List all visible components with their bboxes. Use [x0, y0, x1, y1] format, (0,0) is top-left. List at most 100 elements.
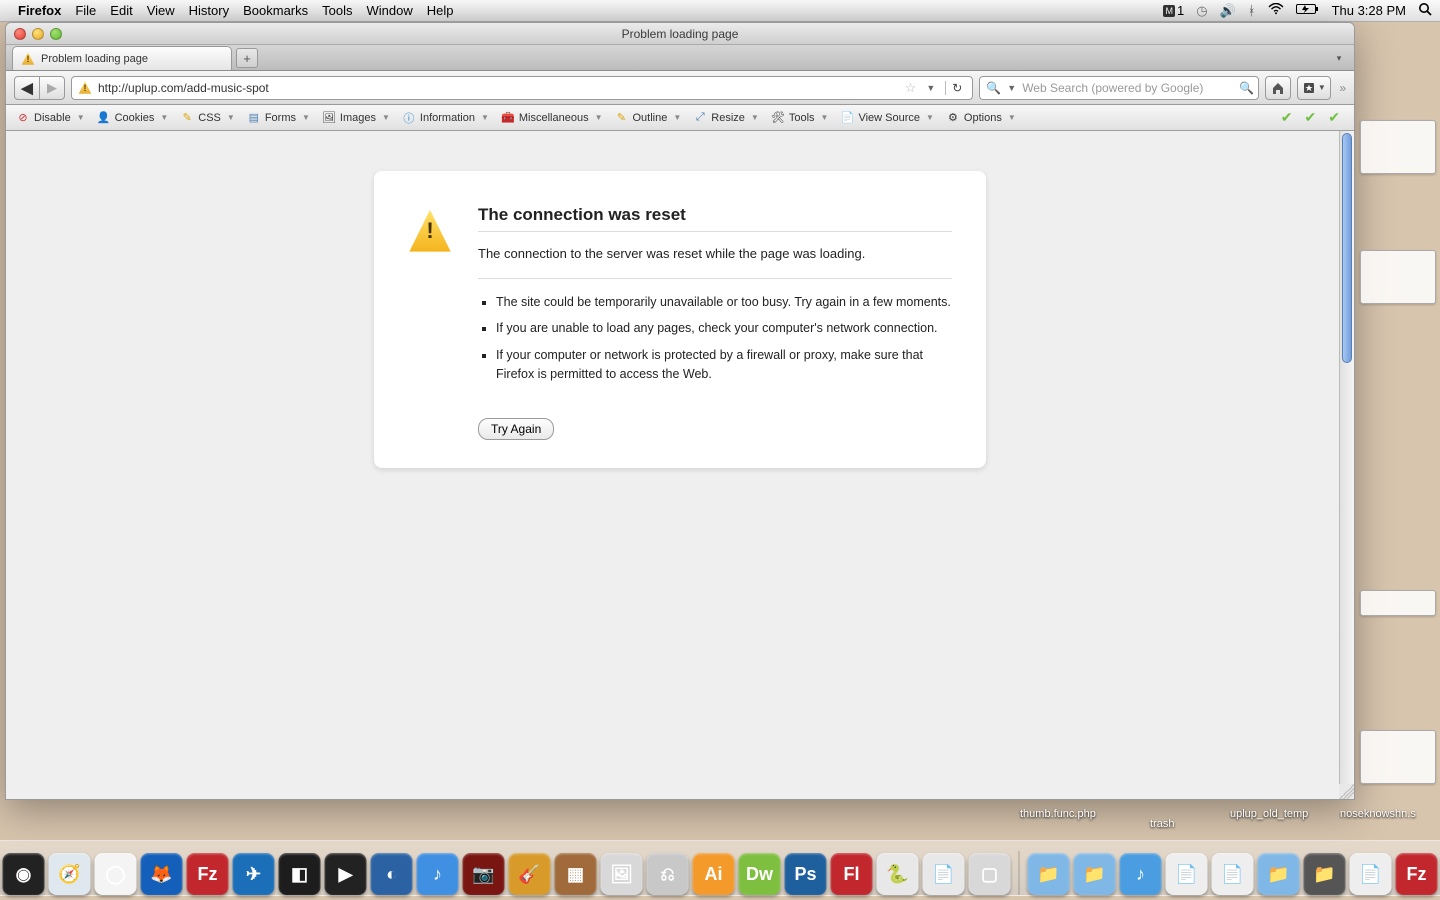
page-content: The connection was reset The connection … [6, 131, 1354, 799]
dock-stack-folder1[interactable]: 📁 [1028, 853, 1070, 895]
dev-information[interactable]: ⓘInformation▼ [398, 109, 495, 127]
bluetooth-icon[interactable]: ᚼ [1248, 3, 1256, 18]
dock-app-dashboard[interactable]: ◉ [3, 853, 45, 895]
menu-tools[interactable]: Tools [322, 3, 352, 18]
dock-app-dreamweaver[interactable]: Dw [739, 853, 781, 895]
dev-images[interactable]: 🖼Images▼ [318, 109, 396, 127]
try-again-button[interactable]: Try Again [478, 418, 554, 440]
chevron-down-icon: ▼ [300, 113, 312, 122]
wifi-icon[interactable] [1268, 3, 1284, 18]
dev-cookies[interactable]: 👤Cookies▼ [93, 109, 175, 127]
dock-app-garageband[interactable]: 🎸 [509, 853, 551, 895]
dock-app-app2[interactable]: ◐ [371, 853, 413, 895]
check-icon[interactable]: ✔ [1305, 109, 1317, 126]
dock-app-app[interactable]: ◧ [279, 853, 321, 895]
forward-button[interactable]: ▶ [39, 76, 65, 100]
dock-app-illustrator[interactable]: Ai [693, 853, 735, 895]
search-engine-dropdown-icon[interactable]: ▼ [1007, 83, 1016, 93]
address-bar[interactable]: http://uplup.com/add-music-spot ☆ ▼ ↻ [71, 76, 973, 100]
dev-tools[interactable]: 🛠Tools▼ [767, 109, 835, 127]
dev-disable[interactable]: ⊘Disable▼ [12, 109, 91, 127]
chevron-down-icon: ▼ [749, 113, 761, 122]
desktop-item[interactable] [1360, 120, 1436, 174]
menubar-clock[interactable]: Thu 3:28 PM [1332, 3, 1406, 18]
menu-edit[interactable]: Edit [110, 3, 132, 18]
tab-active[interactable]: Problem loading page [12, 46, 232, 70]
dev-resize[interactable]: ⤢Resize▼ [689, 109, 765, 127]
overflow-icon[interactable]: » [1339, 81, 1346, 95]
dock-app-preview[interactable]: 🖼 [601, 853, 643, 895]
desktop-label: uplup_old_temp [1230, 808, 1308, 820]
dock-stack-folder4[interactable]: 📁 [1304, 853, 1346, 895]
dock-stack-doc1[interactable]: 📄 [1166, 853, 1208, 895]
dock-app-safari[interactable]: 🧭 [49, 853, 91, 895]
reload-button[interactable]: ↻ [945, 81, 968, 95]
dock-stack-doc3[interactable]: 📄 [1350, 853, 1392, 895]
resize-grip[interactable] [1339, 784, 1354, 799]
dock-app-app3[interactable]: ▦ [555, 853, 597, 895]
options-icon: ⚙ [946, 111, 960, 125]
menu-history[interactable]: History [189, 3, 229, 18]
search-bar[interactable]: 🔍 ▼ Web Search (powered by Google) 🔍 [979, 76, 1259, 100]
menubar-appname[interactable]: Firefox [18, 3, 61, 18]
scrollbar-thumb[interactable] [1342, 133, 1352, 363]
chevron-down-icon: ▼ [380, 113, 392, 122]
menu-window[interactable]: Window [367, 3, 413, 18]
dock-app-itunes[interactable]: ♪ [417, 853, 459, 895]
tabs-menu-button[interactable]: ▾ [1332, 51, 1346, 65]
dock-stack-doc2[interactable]: 📄 [1212, 853, 1254, 895]
chevron-down-icon: ▼ [479, 113, 491, 122]
dock-app-textedit[interactable]: 📄 [923, 853, 965, 895]
bookmarks-button[interactable]: ▼ [1297, 76, 1331, 100]
vertical-scrollbar[interactable] [1339, 131, 1354, 799]
new-tab-button[interactable]: + [236, 48, 258, 68]
warning-icon [78, 81, 92, 95]
timemachine-icon[interactable]: ◷ [1196, 3, 1207, 19]
battery-icon[interactable] [1296, 3, 1320, 18]
dock-app-python[interactable]: 🐍 [877, 853, 919, 895]
desktop-item[interactable] [1360, 730, 1436, 784]
error-suggestions: The site could be temporarily unavailabl… [478, 293, 952, 384]
dock-app-tweetdeck[interactable]: ✈ [233, 853, 275, 895]
window-titlebar[interactable]: Problem loading page [6, 23, 1354, 45]
back-button[interactable]: ◀ [14, 76, 40, 100]
dock-stack-folder3[interactable]: 📁 [1258, 853, 1300, 895]
webdeveloper-toolbar: ⊘Disable▼ 👤Cookies▼ ✎CSS▼ ▤Forms▼ 🖼Image… [6, 105, 1354, 131]
adobe-icon[interactable]: M 1 [1163, 3, 1184, 18]
error-bullet: The site could be temporarily unavailabl… [496, 293, 952, 312]
history-dropdown-icon[interactable]: ▼ [922, 83, 939, 93]
dev-options[interactable]: ⚙Options▼ [942, 109, 1022, 127]
dock-stack-filezilla2[interactable]: Fz [1396, 853, 1438, 895]
dev-miscellaneous[interactable]: 🧰Miscellaneous▼ [497, 109, 609, 127]
dev-forms[interactable]: ▤Forms▼ [243, 109, 316, 127]
menu-help[interactable]: Help [427, 3, 454, 18]
spotlight-icon[interactable] [1418, 2, 1432, 19]
home-button[interactable] [1265, 76, 1291, 100]
check-icon[interactable]: ✔ [1281, 109, 1293, 126]
check-icon[interactable]: ✔ [1328, 109, 1340, 126]
bookmark-star-icon[interactable]: ☆ [905, 80, 917, 96]
search-go-icon[interactable]: 🔍 [1239, 81, 1254, 95]
dock-app-filezilla[interactable]: Fz [187, 853, 229, 895]
desktop-item[interactable] [1360, 590, 1436, 616]
dock-app-photobooth[interactable]: 📷 [463, 853, 505, 895]
menu-file[interactable]: File [75, 3, 96, 18]
menu-bookmarks[interactable]: Bookmarks [243, 3, 308, 18]
dev-viewsource[interactable]: 📄View Source▼ [836, 109, 939, 127]
desktop-item[interactable] [1360, 250, 1436, 304]
dock-stack-folder2[interactable]: 📁 [1074, 853, 1116, 895]
menu-view[interactable]: View [147, 3, 175, 18]
dev-outline[interactable]: ✎Outline▼ [611, 109, 688, 127]
dock-app-terminal[interactable]: ▢ [969, 853, 1011, 895]
dock: ☺◉🧭◯🦊Fz✈◧▶◐♪📷🎸▦🖼⎌AiDwPsFl🐍📄▢📁📁♪📄📄📁📁📄Fz🗑 [0, 840, 1440, 896]
chevron-down-icon: ▼ [593, 113, 605, 122]
volume-icon[interactable]: 🔊 [1220, 3, 1236, 19]
dock-app-chrome[interactable]: ◯ [95, 853, 137, 895]
dock-app-app4[interactable]: ⎌ [647, 853, 689, 895]
dock-stack-music[interactable]: ♪ [1120, 853, 1162, 895]
dock-app-flash[interactable]: Fl [831, 853, 873, 895]
dev-css[interactable]: ✎CSS▼ [176, 109, 241, 127]
dock-app-quicktime[interactable]: ▶ [325, 853, 367, 895]
dock-app-firefox[interactable]: 🦊 [141, 853, 183, 895]
dock-app-photoshop[interactable]: Ps [785, 853, 827, 895]
